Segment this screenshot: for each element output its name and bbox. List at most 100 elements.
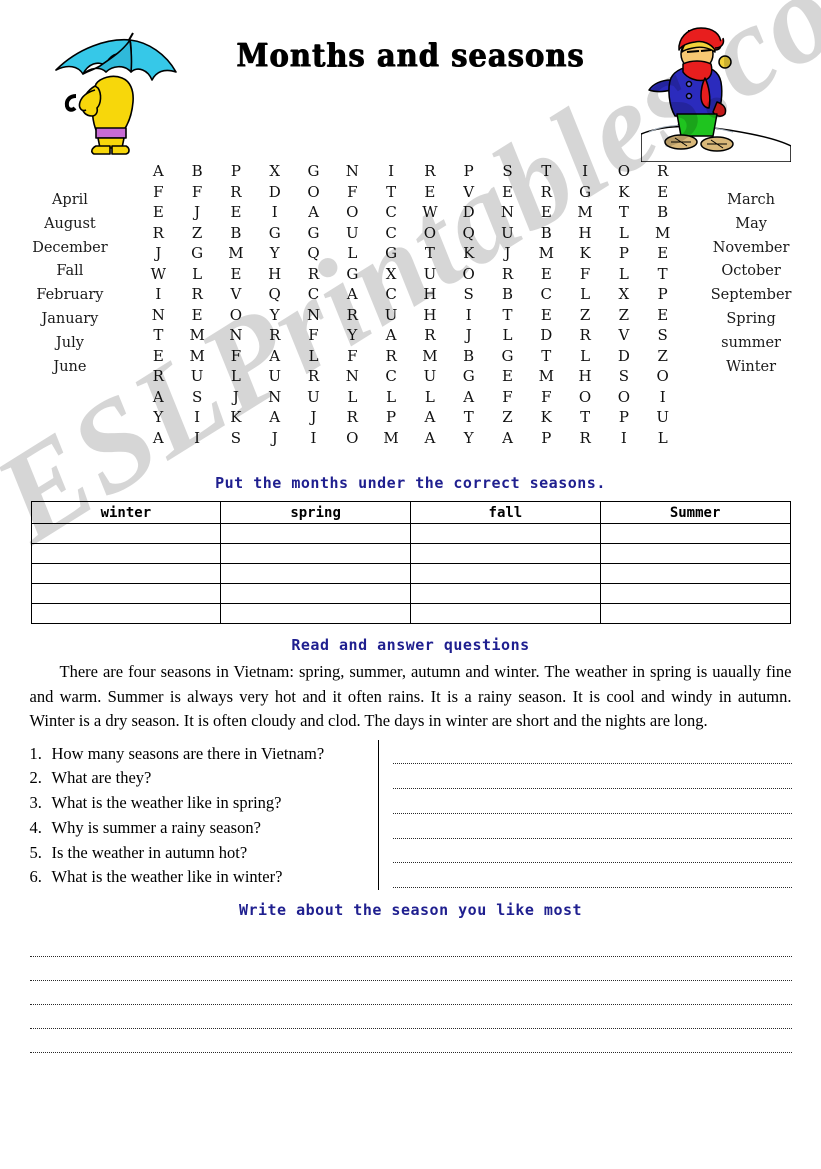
- table-cell-empty[interactable]: [599, 603, 791, 624]
- table-cell-empty[interactable]: [410, 543, 601, 564]
- answer-line[interactable]: [392, 814, 792, 839]
- grid-cell: F: [579, 264, 591, 283]
- table-cell-empty[interactable]: [30, 583, 222, 604]
- table-cell-empty[interactable]: [220, 563, 411, 584]
- word-list-item: April: [51, 192, 88, 208]
- table-row[interactable]: [30, 563, 791, 584]
- grid-cell: O: [346, 428, 359, 447]
- question-item: 4. Why is summer a rainy season?: [30, 816, 378, 841]
- grid-cell: R: [346, 305, 358, 324]
- grid-cell: T: [424, 244, 435, 262]
- word-search-section: April August December Fall February Janu…: [0, 155, 821, 448]
- grid-cell: U: [268, 367, 282, 385]
- grid-cell: E: [657, 244, 669, 262]
- grid-cell: E: [540, 305, 552, 324]
- grid-cell: E: [657, 182, 669, 201]
- grid-cell: J: [232, 387, 239, 406]
- grid-cell: H: [423, 285, 437, 303]
- word-list-item: June: [53, 358, 87, 375]
- table-cell-empty[interactable]: [220, 523, 411, 544]
- table-cell-empty[interactable]: [30, 563, 222, 584]
- table-cell-empty[interactable]: [30, 523, 222, 544]
- grid-cell: C: [385, 223, 397, 242]
- table-header-row: winter spring fall Summer: [30, 501, 791, 524]
- grid-cell: M: [422, 346, 438, 365]
- table-cell-empty[interactable]: [220, 583, 411, 604]
- table-cell-empty[interactable]: [599, 583, 791, 604]
- table-cell-empty[interactable]: [410, 583, 601, 604]
- table-cell-empty[interactable]: [30, 543, 222, 564]
- grid-cell: P: [541, 428, 552, 447]
- grid-cell: R: [230, 182, 242, 201]
- table-row[interactable]: [30, 583, 791, 604]
- table-cell-empty[interactable]: [220, 603, 411, 624]
- word-search-grid: ABPXGNIRPSTIORFFRDOFTEVERGKEEJEIAOCWDNEM…: [139, 161, 682, 448]
- answer-line[interactable]: [392, 764, 792, 790]
- grid-cell: L: [580, 285, 591, 303]
- table-cell-empty[interactable]: [599, 523, 791, 544]
- seasons-table: winter spring fall Summer: [30, 501, 791, 624]
- word-list-item: October: [721, 263, 781, 280]
- grid-cell: Q: [307, 244, 320, 262]
- writing-line[interactable]: [29, 1005, 792, 1030]
- grid-cell: N: [151, 305, 165, 324]
- grid-cell: A: [385, 326, 397, 344]
- question-number: 6.: [29, 867, 42, 887]
- grid-cell: N: [229, 326, 243, 344]
- grid-cell: L: [657, 428, 668, 447]
- writing-line[interactable]: [29, 957, 792, 982]
- grid-cell: F: [153, 182, 164, 201]
- grid-cell: C: [540, 285, 553, 303]
- grid-row: EJEIAOCWDNEMTB: [139, 202, 682, 223]
- grid-cell: A: [424, 428, 436, 447]
- answer-line[interactable]: [392, 839, 792, 864]
- grid-cell: M: [655, 223, 671, 242]
- table-cell-empty[interactable]: [30, 603, 222, 624]
- grid-cell: L: [424, 387, 435, 406]
- table-cell-empty[interactable]: [410, 523, 601, 544]
- question-text: Is the weather in autumn hot?: [51, 842, 248, 862]
- answer-line[interactable]: [392, 740, 792, 765]
- grid-cell: J: [465, 326, 472, 344]
- writing-line[interactable]: [29, 981, 792, 1006]
- questions-list: 1. How many seasons are there in Vietnam?…: [30, 740, 378, 891]
- table-row[interactable]: [30, 543, 791, 564]
- table-cell-empty[interactable]: [410, 603, 601, 624]
- grid-cell: B: [191, 162, 203, 180]
- word-list-item: September: [710, 287, 792, 304]
- grid-cell: I: [155, 285, 162, 303]
- answer-line[interactable]: [392, 863, 792, 889]
- table-cell-empty[interactable]: [220, 543, 411, 564]
- grid-cell: U: [345, 223, 359, 242]
- grid-cell: D: [268, 182, 281, 201]
- word-list-item: Winter: [726, 358, 777, 375]
- grid-cell: N: [268, 387, 282, 406]
- grid-cell: D: [617, 346, 630, 365]
- grid-cell: A: [463, 387, 475, 406]
- grid-cell: S: [502, 162, 513, 180]
- grid-cell: R: [152, 223, 164, 242]
- grid-cell: K: [579, 244, 591, 262]
- grid-cell: M: [228, 244, 244, 262]
- table-cell-empty[interactable]: [410, 563, 601, 584]
- answer-line[interactable]: [392, 789, 792, 814]
- grid-cell: C: [385, 203, 397, 221]
- word-list-item: May: [735, 215, 767, 232]
- grid-cell: L: [386, 387, 397, 406]
- grid-cell: S: [191, 387, 203, 406]
- grid-row: ASJNULLLAFFOOI: [139, 387, 682, 408]
- table-row[interactable]: [30, 603, 791, 624]
- grid-row: IRVQCACHSBCLXP: [139, 284, 682, 305]
- table-cell-empty[interactable]: [599, 543, 791, 564]
- grid-cell: H: [423, 305, 437, 324]
- grid-cell: R: [346, 408, 358, 426]
- grid-cell: A: [308, 203, 319, 221]
- table-row[interactable]: [30, 523, 791, 544]
- writing-line[interactable]: [29, 1029, 792, 1054]
- grid-cell: E: [540, 264, 552, 283]
- question-text: What is the weather like in spring?: [51, 793, 282, 813]
- table-cell-empty[interactable]: [599, 563, 791, 584]
- grid-cell: K: [540, 408, 552, 426]
- grid-cell: F: [308, 326, 319, 344]
- writing-line[interactable]: [29, 933, 792, 958]
